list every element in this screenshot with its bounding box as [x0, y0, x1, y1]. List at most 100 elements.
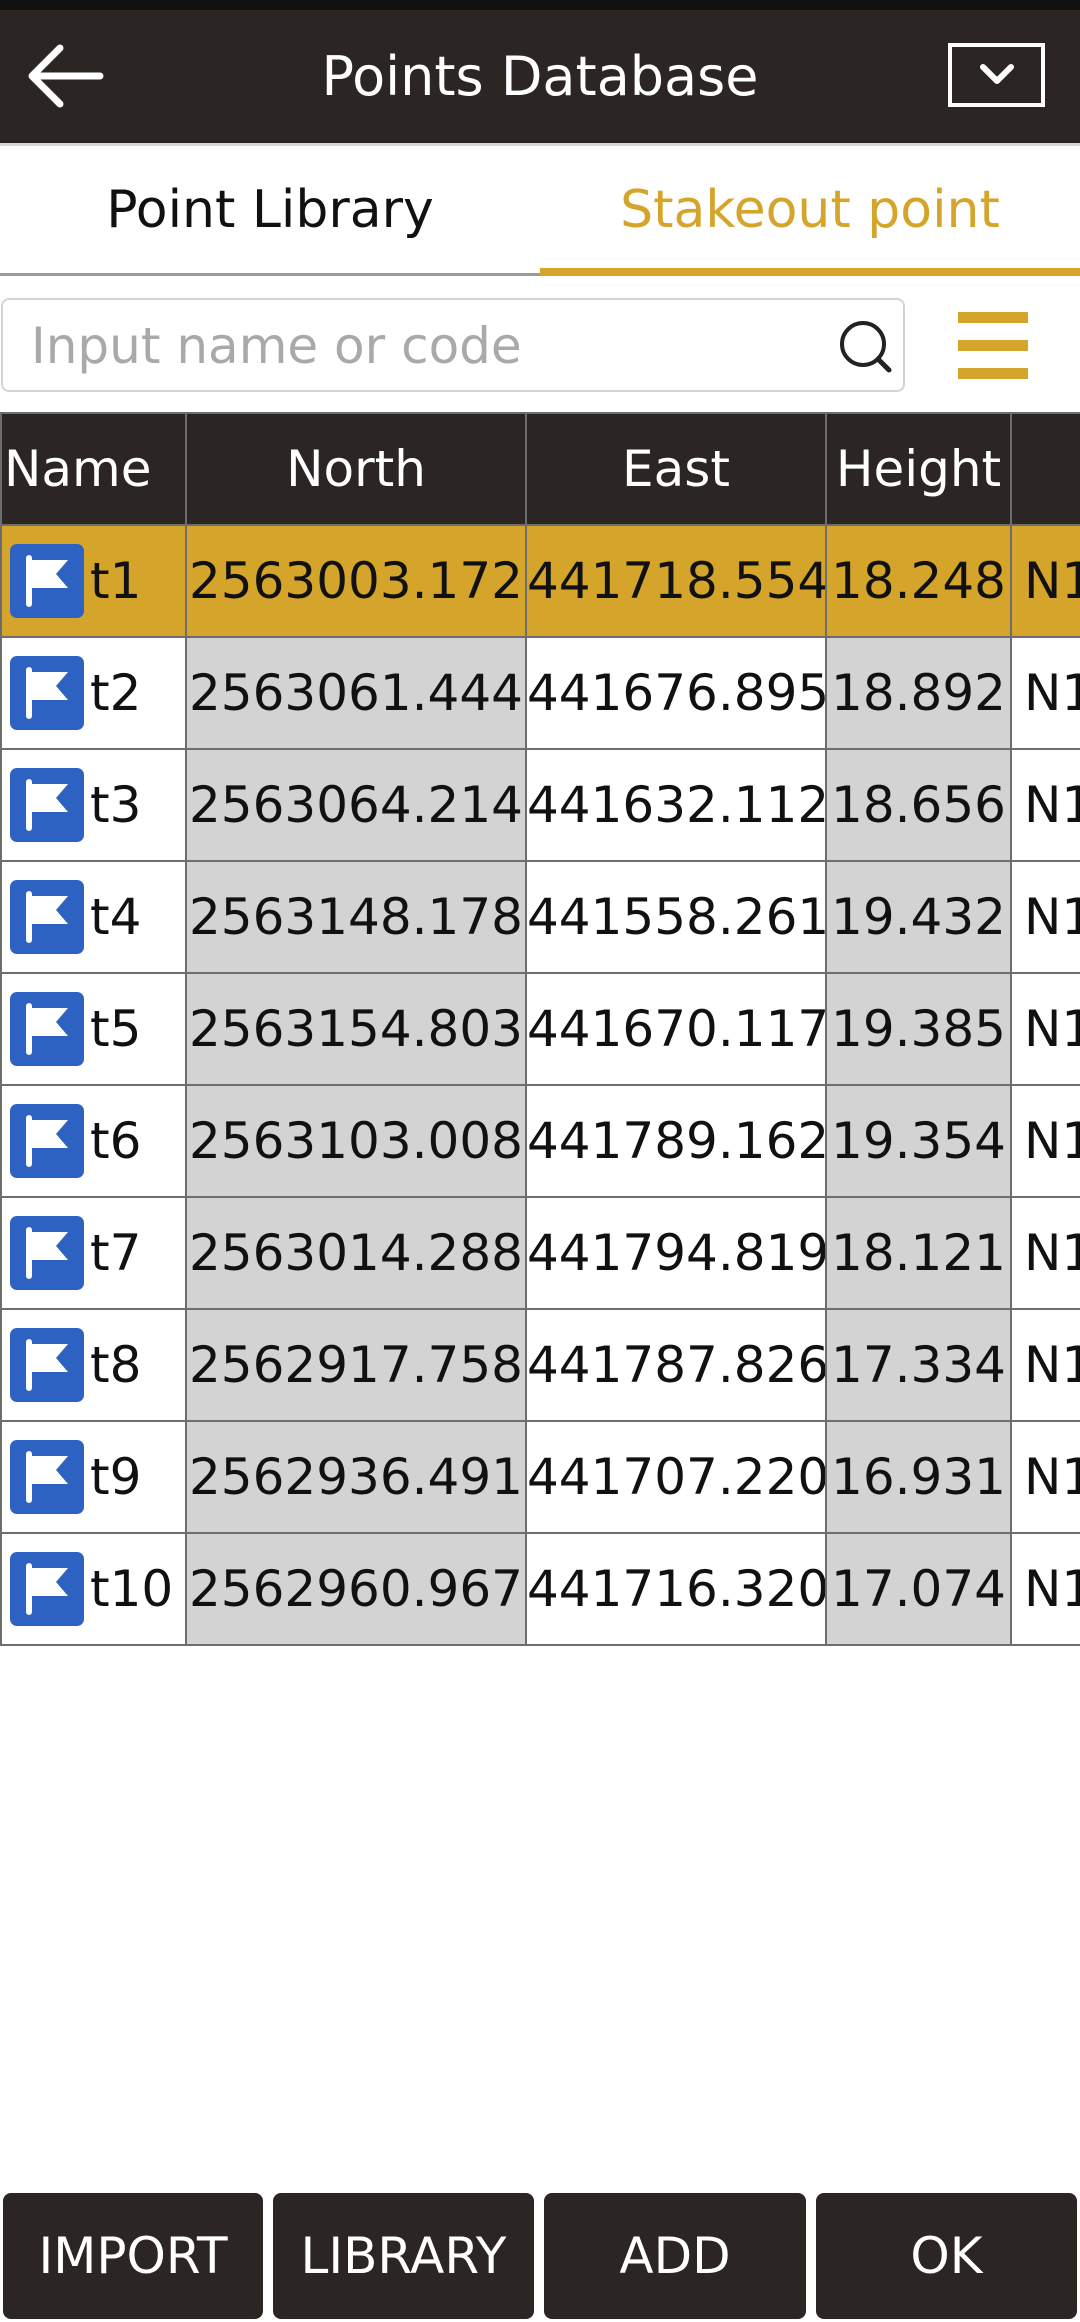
status-bar — [0, 0, 1080, 10]
name-cell[interactable]: t10 — [0, 1532, 187, 1646]
height-cell[interactable]: 18.892 — [825, 636, 1012, 750]
north-cell[interactable]: 2563103.008 — [185, 1084, 527, 1198]
code-cell[interactable]: N1 — [1010, 1420, 1080, 1534]
flag-icon — [10, 1104, 84, 1178]
code-cell[interactable]: N1 — [1010, 1308, 1080, 1422]
code-cell[interactable]: N1 — [1010, 1196, 1080, 1310]
active-tab-indicator — [540, 268, 1080, 276]
east-cell[interactable]: 441670.117 — [525, 972, 827, 1086]
name-cell[interactable]: t2 — [0, 636, 187, 750]
east-cell[interactable]: 441789.162 — [525, 1084, 827, 1198]
north-cell[interactable]: 2563154.803 — [185, 972, 527, 1086]
search-icon[interactable] — [837, 318, 893, 374]
name-cell[interactable]: t5 — [0, 972, 187, 1086]
column-header-code[interactable] — [1010, 412, 1080, 526]
point-name: t8 — [90, 1336, 142, 1394]
flag-icon — [10, 1440, 84, 1514]
table-row[interactable]: t4 2563148.178441558.26119.432N1 — [0, 860, 1080, 974]
north-cell[interactable]: 2563014.288 — [185, 1196, 527, 1310]
point-name: t2 — [90, 664, 142, 722]
column-header-north[interactable]: North — [185, 412, 527, 526]
code-cell[interactable]: N1 — [1010, 972, 1080, 1086]
table-header-row: Name North East Height — [0, 412, 1080, 526]
north-cell[interactable]: 2563064.214 — [185, 748, 527, 862]
table-row[interactable]: t6 2563103.008441789.16219.354N1 — [0, 1084, 1080, 1198]
code-cell[interactable]: N1 — [1010, 1084, 1080, 1198]
east-cell[interactable]: 441716.320 — [525, 1532, 827, 1646]
height-cell[interactable]: 18.656 — [825, 748, 1012, 862]
tab-bar: Point Library Stakeout point — [0, 146, 1080, 276]
dropdown-button[interactable] — [948, 43, 1045, 107]
bottom-toolbar: IMPORT LIBRARY ADD OK — [0, 2193, 1080, 2322]
column-header-name[interactable]: Name — [0, 412, 187, 526]
point-name: t4 — [90, 888, 142, 946]
table-row[interactable]: t9 2562936.491441707.22016.931N1 — [0, 1420, 1080, 1534]
ok-button[interactable]: OK — [816, 2193, 1077, 2319]
north-cell[interactable]: 2563003.172 — [185, 524, 527, 638]
east-cell[interactable]: 441787.826 — [525, 1308, 827, 1422]
table-row[interactable]: t3 2563064.214441632.11218.656N1 — [0, 748, 1080, 862]
page-title: Points Database — [321, 45, 759, 108]
table-row[interactable]: t102562960.967441716.32017.074N1 — [0, 1532, 1080, 1646]
code-cell[interactable]: N1 — [1010, 524, 1080, 638]
north-cell[interactable]: 2562917.758 — [185, 1308, 527, 1422]
name-cell[interactable]: t9 — [0, 1420, 187, 1534]
height-cell[interactable]: 19.385 — [825, 972, 1012, 1086]
north-cell[interactable]: 2563061.444 — [185, 636, 527, 750]
search-box — [1, 298, 905, 392]
name-cell[interactable]: t8 — [0, 1308, 187, 1422]
east-cell[interactable]: 441676.895 — [525, 636, 827, 750]
code-cell[interactable]: N1 — [1010, 860, 1080, 974]
north-cell[interactable]: 2562960.967 — [185, 1532, 527, 1646]
flag-icon — [10, 1328, 84, 1402]
height-cell[interactable]: 17.334 — [825, 1308, 1012, 1422]
flag-icon — [10, 768, 84, 842]
code-cell[interactable]: N1 — [1010, 1532, 1080, 1646]
title-bar: Points Database — [0, 10, 1080, 143]
point-name: t3 — [90, 776, 142, 834]
library-button[interactable]: LIBRARY — [273, 2193, 534, 2319]
point-name: t10 — [90, 1560, 174, 1618]
code-cell[interactable]: N1 — [1010, 636, 1080, 750]
flag-icon — [10, 1216, 84, 1290]
name-cell[interactable]: t3 — [0, 748, 187, 862]
east-cell[interactable]: 441707.220 — [525, 1420, 827, 1534]
point-name: t9 — [90, 1448, 142, 1506]
name-cell[interactable]: t4 — [0, 860, 187, 974]
height-cell[interactable]: 17.074 — [825, 1532, 1012, 1646]
code-cell[interactable]: N1 — [1010, 748, 1080, 862]
height-cell[interactable]: 18.121 — [825, 1196, 1012, 1310]
tab-point-library[interactable]: Point Library — [0, 146, 540, 276]
name-cell[interactable]: t7 — [0, 1196, 187, 1310]
column-header-height[interactable]: Height — [825, 412, 1012, 526]
flag-icon — [10, 992, 84, 1066]
back-button[interactable] — [22, 38, 106, 114]
height-cell[interactable]: 16.931 — [825, 1420, 1012, 1534]
add-button[interactable]: ADD — [544, 2193, 806, 2319]
table-row[interactable]: t7 2563014.288441794.81918.121N1 — [0, 1196, 1080, 1310]
table-row[interactable]: t8 2562917.758441787.82617.334N1 — [0, 1308, 1080, 1422]
flag-icon — [10, 880, 84, 954]
column-header-east[interactable]: East — [525, 412, 827, 526]
import-button[interactable]: IMPORT — [3, 2193, 263, 2319]
tab-stakeout-point[interactable]: Stakeout point — [540, 146, 1080, 276]
table-row[interactable]: t5 2563154.803441670.11719.385N1 — [0, 972, 1080, 1086]
flag-icon — [10, 656, 84, 730]
search-input[interactable] — [29, 308, 813, 384]
menu-icon[interactable] — [958, 308, 1028, 384]
north-cell[interactable]: 2563148.178 — [185, 860, 527, 974]
table-row[interactable]: t2 2563061.444441676.89518.892N1 — [0, 636, 1080, 750]
height-cell[interactable]: 19.354 — [825, 1084, 1012, 1198]
height-cell[interactable]: 18.248 — [825, 524, 1012, 638]
east-cell[interactable]: 441632.112 — [525, 748, 827, 862]
east-cell[interactable]: 441558.261 — [525, 860, 827, 974]
east-cell[interactable]: 441794.819 — [525, 1196, 827, 1310]
chevron-down-icon — [980, 64, 1014, 84]
name-cell[interactable]: t6 — [0, 1084, 187, 1198]
name-cell[interactable]: t1 — [0, 524, 187, 638]
height-cell[interactable]: 19.432 — [825, 860, 1012, 974]
east-cell[interactable]: 441718.554 — [525, 524, 827, 638]
table-row[interactable]: t1 2563003.172441718.55418.248N1 — [0, 524, 1080, 638]
points-table: Name North East Height t1 2563003.172 4417… — [0, 412, 1080, 1658]
north-cell[interactable]: 2562936.491 — [185, 1420, 527, 1534]
